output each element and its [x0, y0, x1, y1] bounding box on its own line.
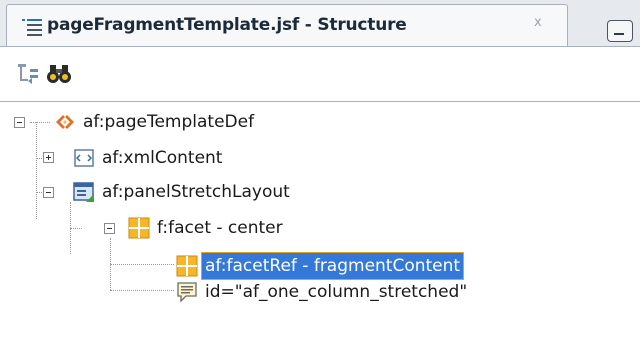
tree-node-label: af:facetRef - fragmentContent	[200, 252, 465, 280]
tab-bar: pageFragmentTemplate.jsf - Structure x	[0, 0, 640, 47]
tree-node-id-attribute[interactable]: id="af_one_column_stretched"	[176, 278, 470, 306]
toolbar	[0, 47, 640, 101]
tree-node-label: af:pageTemplateDef	[83, 112, 255, 132]
xml-content-icon	[74, 149, 94, 167]
structure-tree: af:pageTemplateDef af:xmlContent af:pane…	[0, 101, 640, 344]
tree-connector	[30, 122, 50, 123]
find-binoculars-icon[interactable]	[46, 61, 72, 87]
facet-ref-icon	[176, 255, 198, 277]
page-template-icon	[56, 115, 74, 129]
tree-connector	[110, 290, 174, 291]
panel-stretch-layout-icon	[73, 182, 94, 202]
tree-node-page-template-def[interactable]: af:pageTemplateDef	[54, 108, 257, 136]
tab-title: pageFragmentTemplate.jsf - Structure	[47, 15, 407, 35]
tree-node-facet-center[interactable]: f:facet - center	[128, 214, 286, 242]
restore-button[interactable]	[607, 20, 633, 42]
collapse-toggle[interactable]	[43, 187, 54, 198]
tree-connector	[110, 264, 174, 265]
tree-node-label: af:xmlContent	[102, 148, 223, 168]
structure-panel: pageFragmentTemplate.jsf - Structure x a…	[0, 0, 640, 344]
tree-connector	[70, 228, 82, 229]
tree-node-label: af:panelStretchLayout	[102, 182, 290, 202]
tree-node-panel-stretch-layout[interactable]: af:panelStretchLayout	[73, 178, 293, 206]
collapse-toggle[interactable]	[14, 117, 25, 128]
close-icon[interactable]: x	[534, 15, 542, 30]
facet-icon	[128, 217, 150, 239]
synchronize-icon[interactable]	[16, 61, 42, 87]
tree-node-facet-ref[interactable]: af:facetRef - fragmentContent	[176, 252, 465, 280]
tree-connector	[36, 122, 37, 219]
attribute-comment-icon	[177, 282, 197, 303]
tree-node-xml-content[interactable]: af:xmlContent	[73, 144, 225, 172]
structure-icon	[22, 19, 42, 36]
tree-node-label: f:facet - center	[157, 218, 283, 238]
expand-toggle[interactable]	[43, 152, 54, 163]
tab-structure[interactable]: pageFragmentTemplate.jsf - Structure x	[6, 4, 568, 46]
collapse-toggle[interactable]	[104, 223, 115, 234]
minimize-icon	[614, 33, 624, 35]
tree-node-label: id="af_one_column_stretched"	[205, 282, 468, 302]
